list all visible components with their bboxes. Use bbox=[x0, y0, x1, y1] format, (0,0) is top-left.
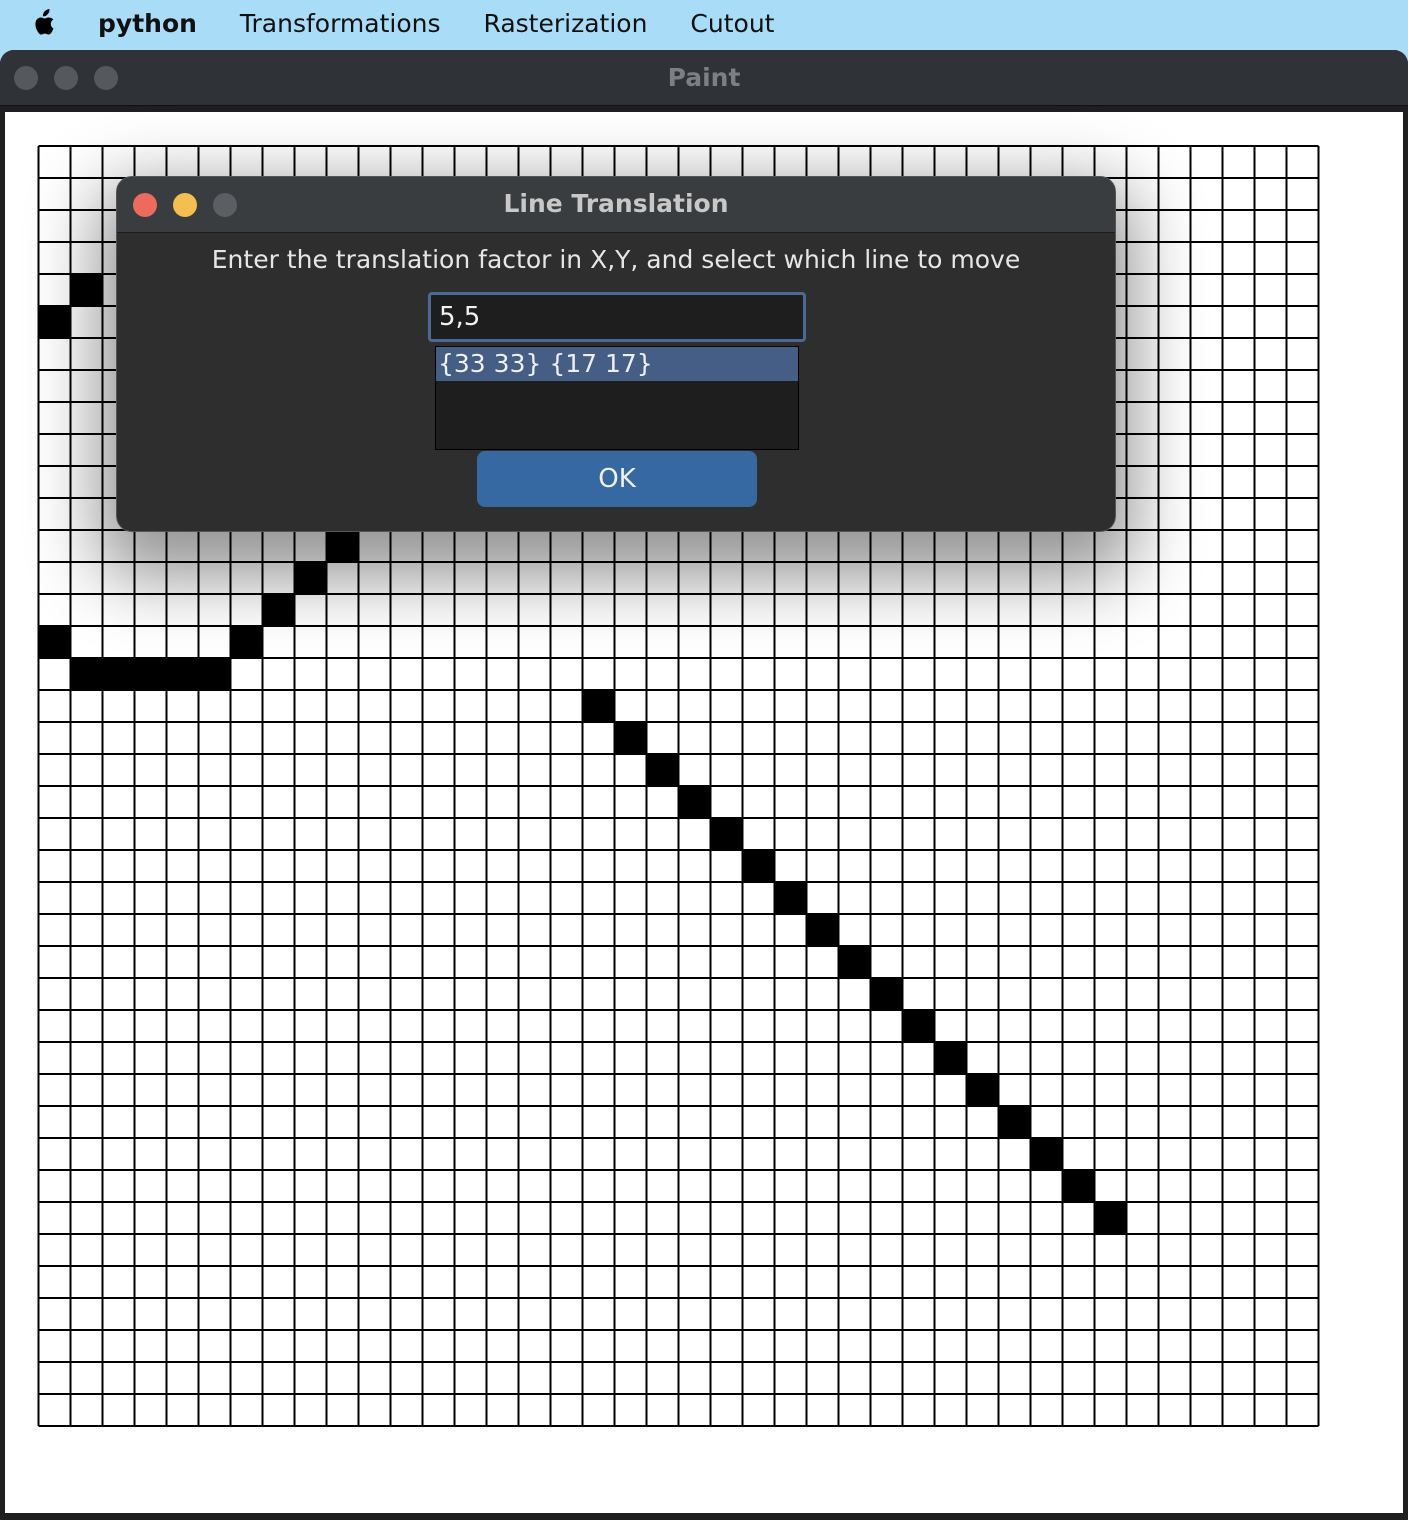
filled-pixel bbox=[1062, 1170, 1095, 1202]
menu-python[interactable]: python bbox=[98, 0, 197, 48]
filled-pixel bbox=[70, 658, 103, 690]
window-title: Paint bbox=[667, 63, 741, 92]
filled-pixel bbox=[870, 978, 903, 1010]
ok-button[interactable]: OK bbox=[477, 451, 757, 507]
filled-pixel bbox=[966, 1074, 999, 1106]
dialog-prompt: Enter the translation factor in X,Y, and… bbox=[211, 245, 1021, 274]
filled-pixel bbox=[102, 658, 135, 690]
translation-input[interactable] bbox=[428, 292, 806, 342]
filled-pixel bbox=[262, 594, 295, 626]
filled-pixel bbox=[230, 626, 263, 658]
dialog-titlebar: Line Translation bbox=[117, 177, 1115, 233]
filled-pixel bbox=[902, 1010, 935, 1042]
line-list-item[interactable]: {33 33} {17 17} bbox=[436, 347, 798, 381]
menu-transformations[interactable]: Transformations bbox=[240, 0, 441, 48]
menu-cutout[interactable]: Cutout bbox=[690, 0, 774, 48]
apple-logo-icon[interactable] bbox=[30, 9, 58, 39]
filled-pixel bbox=[838, 946, 871, 978]
filled-pixel bbox=[38, 626, 71, 658]
filled-pixel bbox=[198, 658, 231, 690]
paint-titlebar: Paint bbox=[0, 50, 1408, 106]
filled-pixel bbox=[742, 850, 775, 882]
filled-pixel bbox=[806, 914, 839, 946]
filled-pixel bbox=[934, 1042, 967, 1074]
filled-pixel bbox=[1094, 1202, 1127, 1234]
menu-rasterization[interactable]: Rasterization bbox=[484, 0, 648, 48]
filled-pixel bbox=[678, 786, 711, 818]
filled-pixel bbox=[70, 274, 103, 306]
filled-pixel bbox=[998, 1106, 1031, 1138]
dialog-title: Line Translation bbox=[503, 189, 729, 218]
line-translation-dialog: Line Translation Enter the translation f… bbox=[116, 176, 1116, 532]
filled-pixel bbox=[614, 722, 647, 754]
line-listbox[interactable]: {33 33} {17 17} bbox=[435, 346, 799, 450]
filled-pixel bbox=[166, 658, 199, 690]
menu-bar: python Transformations Rasterization Cut… bbox=[0, 0, 1408, 48]
filled-pixel bbox=[710, 818, 743, 850]
filled-pixel bbox=[134, 658, 167, 690]
filled-pixel bbox=[774, 882, 807, 914]
filled-pixel bbox=[1030, 1138, 1063, 1170]
filled-pixel bbox=[582, 690, 615, 722]
filled-pixel bbox=[646, 754, 679, 786]
filled-pixel bbox=[326, 530, 359, 562]
filled-pixel bbox=[294, 562, 327, 594]
filled-pixel bbox=[38, 306, 71, 338]
